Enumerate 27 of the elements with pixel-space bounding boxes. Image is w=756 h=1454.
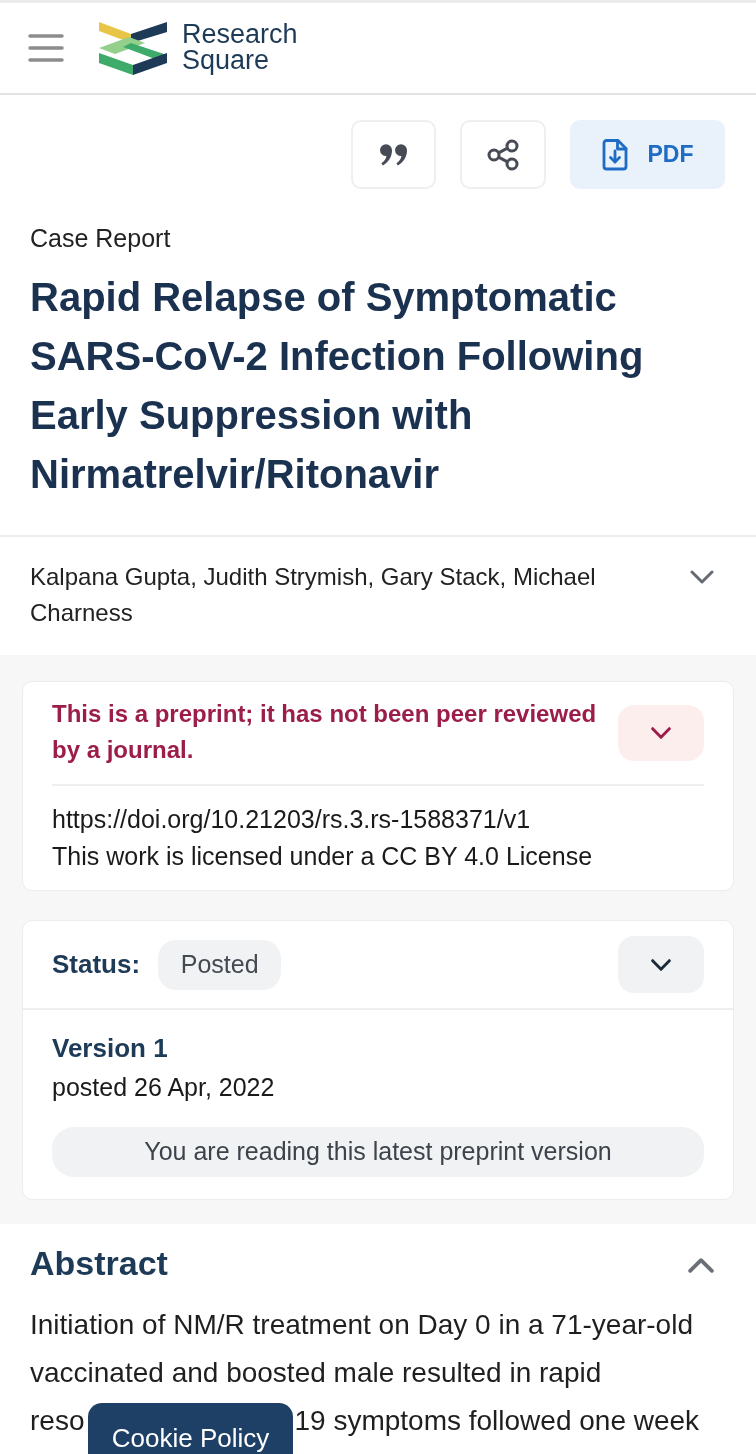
doi-link[interactable]: https://doi.org/10.21203/rs.3.rs-1588371/v1 (52, 805, 531, 833)
preprint-warning: This is a preprint; it has not been peer reviewed by a journal. (52, 699, 598, 765)
chevron-up-icon[interactable] (688, 1257, 714, 1273)
status-label: Status: (52, 948, 141, 981)
file-download-icon (601, 138, 628, 171)
abstract-text: reso (30, 1404, 85, 1438)
current-version-notice: You are reading this latest preprint version (52, 1127, 704, 1177)
chevron-down-icon[interactable] (651, 727, 671, 739)
chevron-down-icon[interactable] (651, 958, 671, 971)
quote-icon (379, 143, 408, 166)
abstract-heading: Abstract (30, 1243, 168, 1283)
article-type: Case Report (30, 223, 172, 253)
article-title: Rapid Relapse of Symptomatic SARS-CoV-2 Infection Following Early Suppression with Nirmatrelvir/Ritonavir (30, 274, 645, 498)
author-names[interactable]: Kalpana Gupta, Judith Strymish, Gary Stack, Michael Charness (30, 559, 640, 631)
version-heading: Version 1 (52, 1032, 169, 1064)
cite-button[interactable] (351, 120, 436, 189)
share-icon (487, 138, 519, 171)
posted-date: posted 26 Apr, 2022 (52, 1072, 276, 1102)
status-badge: Posted (158, 939, 282, 990)
cookie-policy-button[interactable]: Cookie Policy (88, 1403, 293, 1454)
pdf-button[interactable]: PDF (570, 120, 725, 189)
license-text: This work is licensed under a CC BY 4.0 License (52, 841, 594, 872)
site-name[interactable]: Research Square (182, 21, 312, 73)
menu-icon[interactable] (28, 34, 64, 62)
logo-icon[interactable] (99, 21, 167, 75)
abstract-text: 19 symptoms followed one week (294, 1404, 700, 1438)
share-button[interactable] (460, 120, 546, 189)
